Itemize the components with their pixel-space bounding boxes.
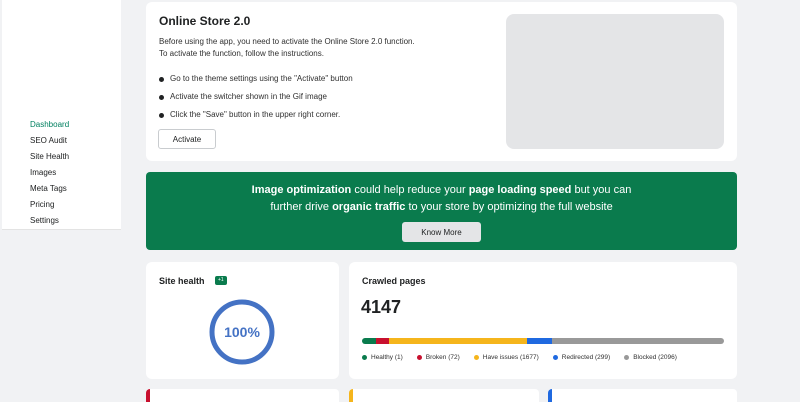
card-accent: [349, 389, 353, 402]
status-bar-segment: [362, 338, 376, 344]
instruction-text: Click the "Save" button in the upper rig…: [170, 110, 341, 119]
image-optimization-banner: Image optimization could help reduce you…: [146, 172, 737, 250]
site-health-badge: +1: [215, 276, 227, 285]
sidebar-item-settings[interactable]: Settings: [30, 213, 69, 229]
site-health-title: Site health: [159, 276, 205, 286]
instruction-item: Activate the switcher shown in the Gif i…: [159, 88, 353, 106]
bullet-icon: [159, 94, 164, 100]
instruction-list: Go to the theme settings using the "Acti…: [159, 70, 353, 124]
instruction-text: Go to the theme settings using the "Acti…: [170, 74, 353, 83]
sidebar-item-meta-tags[interactable]: Meta Tags: [30, 181, 69, 197]
legend-item: Blocked (2096): [624, 354, 677, 361]
crawled-status-bar: [362, 338, 724, 344]
status-bar-segment: [389, 338, 528, 344]
promo-line-1: Image optimization could help reduce you…: [251, 184, 632, 196]
legend-item: Healthy (1): [362, 354, 403, 361]
gif-image-placeholder: [506, 14, 724, 149]
status-bar-segment: [375, 338, 390, 344]
sidebar-item-site-health[interactable]: Site Health: [30, 149, 69, 165]
card-accent: [548, 389, 552, 402]
legend-label: Blocked (2096): [633, 354, 677, 361]
legend-item: Have issues (1677): [473, 354, 539, 361]
online-store-intro: Before using the app, you need to activa…: [159, 36, 489, 60]
instruction-item: Go to the theme settings using the "Acti…: [159, 70, 353, 88]
site-health-card: Site health +1 100%: [146, 262, 339, 379]
sidebar-nav: Dashboard SEO Audit Site Health Images M…: [30, 117, 69, 229]
sidebar: Dashboard SEO Audit Site Health Images M…: [2, 0, 121, 230]
activate-button[interactable]: Activate: [158, 129, 216, 149]
status-bar-segment: [551, 338, 724, 344]
site-health-ring: 100%: [209, 299, 275, 365]
legend-label: Healthy (1): [371, 354, 403, 361]
legend-dot-icon: [362, 355, 367, 360]
legend-label: Broken (72): [425, 354, 460, 361]
legend-dot-icon: [416, 355, 422, 360]
legend-item: Redirected (299): [552, 354, 611, 361]
site-health-value: 100%: [224, 324, 260, 340]
bullet-icon: [159, 112, 164, 118]
crawled-pages-title: Crawled pages: [362, 276, 426, 286]
legend-item: Broken (72): [416, 354, 460, 361]
legend-label: Have issues (1677): [482, 354, 539, 361]
bullet-icon: [159, 76, 164, 82]
legend-dot-icon: [473, 355, 479, 360]
promo-line-2: further drive organic traffic to your st…: [270, 201, 613, 213]
crawled-pages-count: 4147: [361, 297, 402, 317]
bottom-card-3: [548, 389, 737, 402]
intro-line-2: To activate the function, follow the ins…: [159, 49, 324, 58]
status-bar-segment: [527, 338, 552, 344]
sidebar-item-dashboard[interactable]: Dashboard: [30, 117, 69, 133]
instruction-text: Activate the switcher shown in the Gif i…: [170, 92, 327, 101]
online-store-card: Online Store 2.0 Before using the app, y…: [146, 2, 737, 161]
instruction-item: Click the "Save" button in the upper rig…: [159, 106, 353, 124]
legend-dot-icon: [624, 355, 630, 360]
sidebar-item-seo-audit[interactable]: SEO Audit: [30, 133, 69, 149]
intro-line-1: Before using the app, you need to activa…: [159, 37, 415, 46]
card-accent: [146, 389, 150, 402]
online-store-title: Online Store 2.0: [159, 14, 251, 28]
sidebar-item-pricing[interactable]: Pricing: [30, 197, 69, 213]
know-more-button[interactable]: Know More: [402, 222, 481, 242]
legend-label: Redirected (299): [561, 354, 611, 361]
sidebar-item-images[interactable]: Images: [30, 165, 69, 181]
crawled-legend: Healthy (1) Broken (72) Have issues (1677)…: [362, 354, 691, 361]
bottom-card-1: [146, 389, 339, 402]
legend-dot-icon: [552, 355, 558, 360]
bottom-card-2: [349, 389, 539, 402]
crawled-pages-card: Crawled pages 4147 Healthy (1) Broken (72…: [349, 262, 737, 379]
